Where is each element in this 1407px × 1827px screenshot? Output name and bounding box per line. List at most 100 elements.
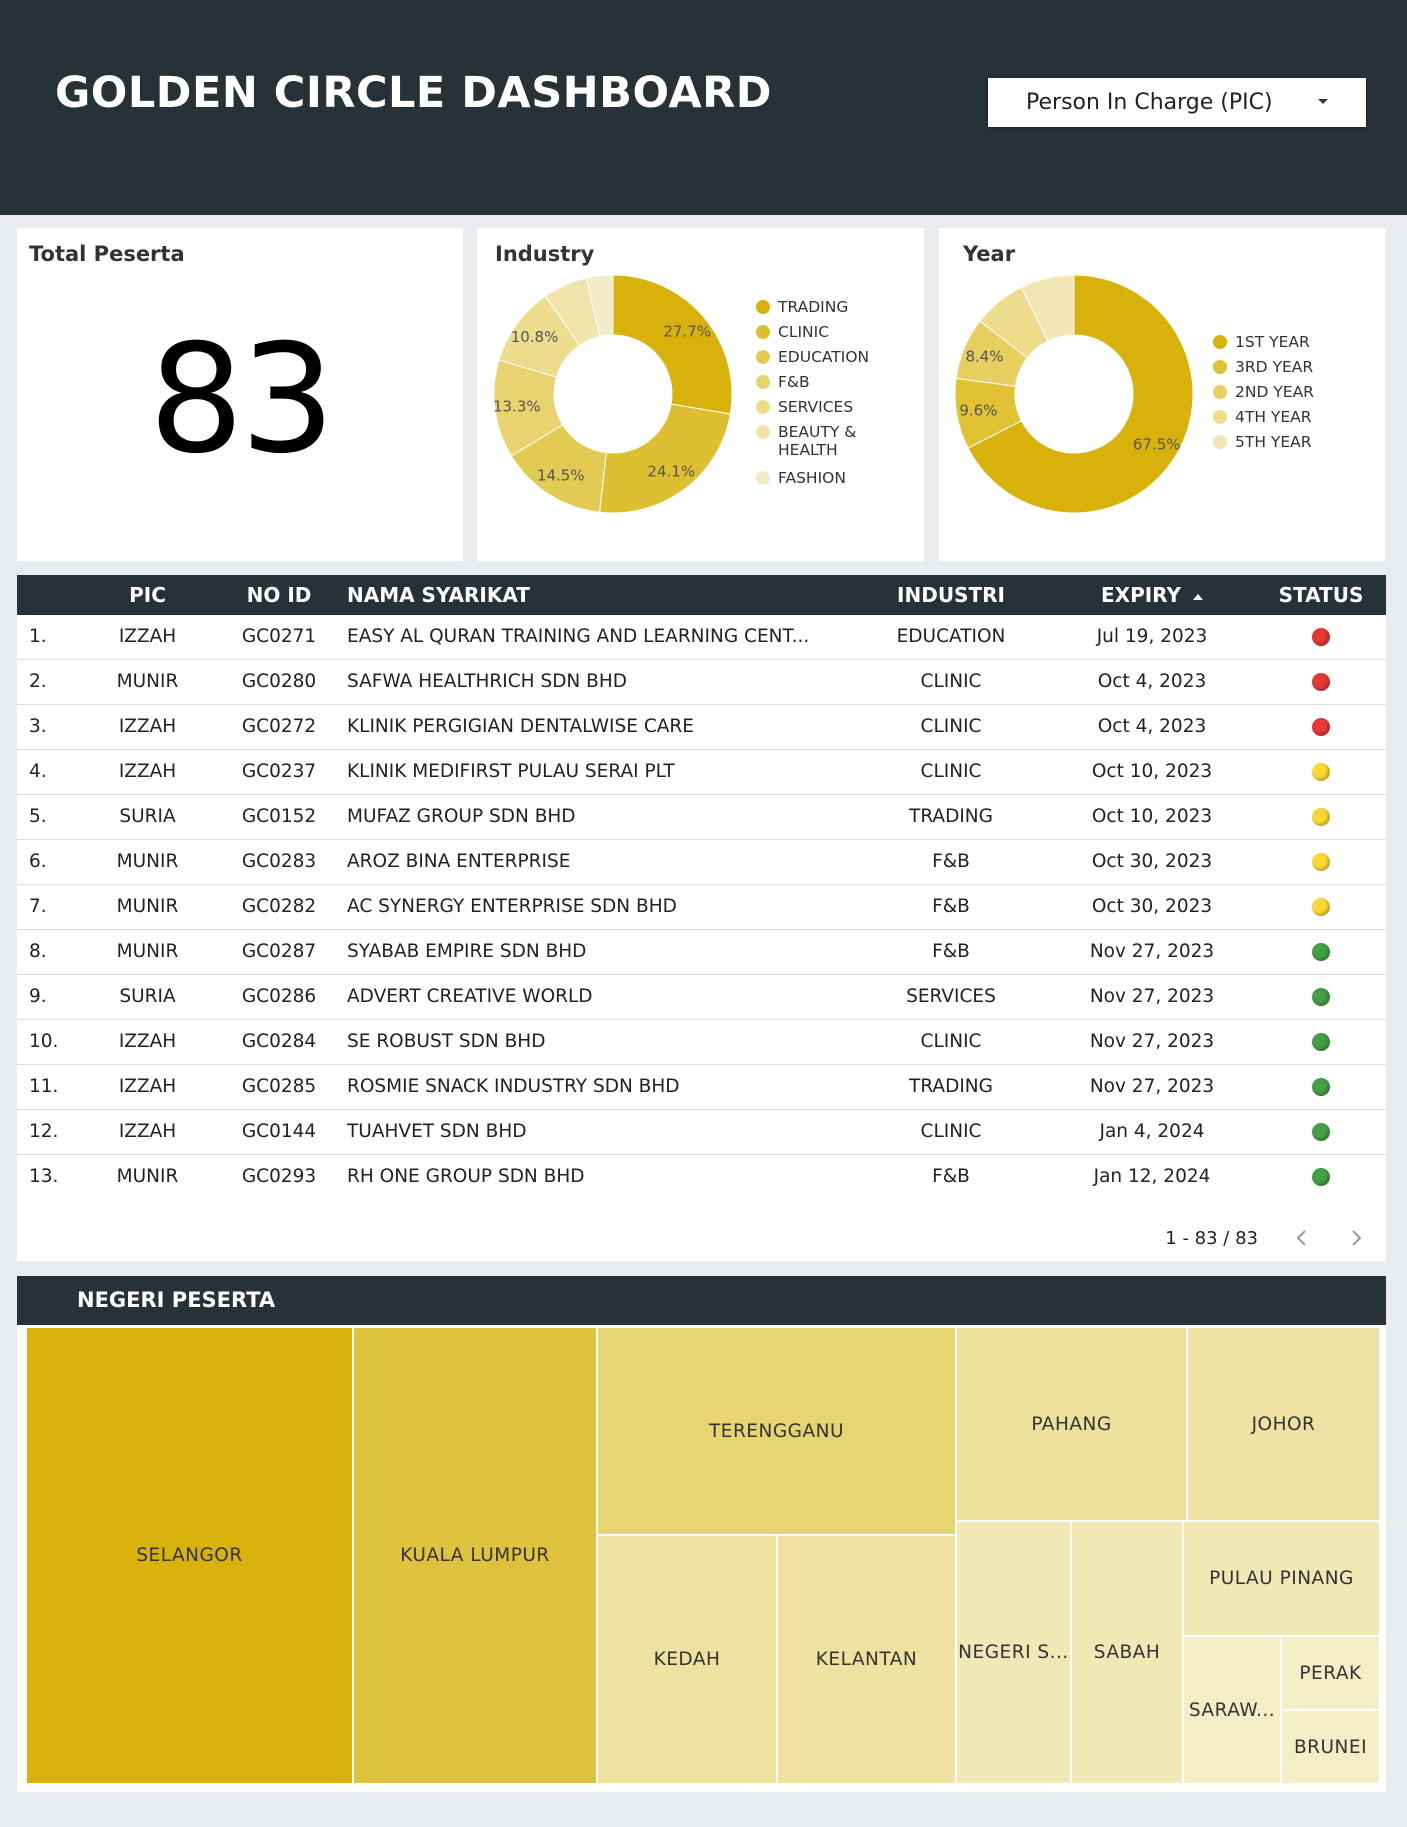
col-header-no-id[interactable]: NO ID [220, 583, 338, 607]
tile-johor[interactable]: JOHOR [1187, 1327, 1380, 1521]
cell-pic: MUNIR [116, 1166, 179, 1187]
tile-selangor[interactable]: SELANGOR [26, 1327, 353, 1784]
status-red-circle-icon [1312, 673, 1330, 691]
table-row[interactable]: 2. MUNIR GC0280 SAFWA HEALTHRICH SDN BHD CLI… [17, 660, 1386, 705]
col-header-industri[interactable]: INDUSTRI [866, 583, 1036, 607]
cell-industri: F&B [932, 851, 970, 872]
dashboard-header: GOLDEN CIRCLE DASHBOARD Person In Charge… [0, 0, 1407, 215]
table-row[interactable]: 7. MUNIR GC0282 AC SYNERGY ENTERPRISE SDN B… [17, 885, 1386, 930]
status-yellow-circle-icon [1312, 898, 1330, 916]
tile-sarawak[interactable]: SARAW... [1183, 1636, 1281, 1784]
legend-item[interactable]: 5TH YEAR [1213, 433, 1314, 458]
legend-item[interactable]: F&B [756, 373, 878, 398]
cell-industri: CLINIC [920, 761, 982, 782]
table-row[interactable]: 6. MUNIR GC0283 AROZ BINA ENTERPRISE F&B Oct … [17, 840, 1386, 885]
legend-label: EDUCATION [778, 348, 870, 366]
status-yellow-circle-icon [1312, 853, 1330, 871]
legend-item[interactable]: 2ND YEAR [1213, 383, 1314, 408]
cell-nama-syarikat: EASY AL QURAN TRAINING AND LEARNING CENT… [347, 626, 810, 647]
row-index: 10. [29, 1031, 59, 1052]
legend-item[interactable]: CLINIC [756, 323, 878, 348]
tile-brunei[interactable]: BRUNEI [1281, 1710, 1380, 1784]
legend-swatch [1213, 385, 1227, 399]
cell-no-id: GC0286 [241, 986, 317, 1007]
tile-kuala-lumpur[interactable]: KUALA LUMPUR [353, 1327, 597, 1784]
table-row[interactable]: 1. IZZAH GC0271 EASY AL QURAN TRAINING AND … [17, 615, 1386, 660]
caret-down-icon [1318, 99, 1328, 104]
row-index: 11. [29, 1076, 59, 1097]
chevron-left-icon [1296, 1230, 1306, 1246]
tile-kedah[interactable]: KEDAH [597, 1535, 777, 1784]
legend-item[interactable]: BEAUTY & HEALTH [756, 423, 878, 469]
table-row[interactable]: 10. IZZAH GC0284 SE ROBUST SDN BHD CLINIC Nov… [17, 1020, 1386, 1065]
legend-item[interactable]: SERVICES [756, 398, 878, 423]
cell-pic: IZZAH [118, 1031, 177, 1052]
donut-slice[interactable] [612, 274, 733, 415]
cell-status [1291, 806, 1351, 831]
tile-sabah[interactable]: SABAH [1071, 1521, 1183, 1784]
next-page-button[interactable] [1344, 1226, 1368, 1250]
cell-status [1291, 1076, 1351, 1101]
legend-label: 3RD YEAR [1235, 358, 1314, 376]
donut-slice[interactable] [599, 403, 731, 514]
tile-pulau-pinang[interactable]: PULAU PINANG [1183, 1521, 1380, 1636]
legend-swatch [756, 350, 770, 364]
cell-expiry: Nov 27, 2023 [1089, 986, 1215, 1007]
table-row[interactable]: 4. IZZAH GC0237 KLINIK MEDIFIRST PULAU SERA… [17, 750, 1386, 795]
cell-no-id: GC0280 [241, 671, 317, 692]
table-row[interactable]: 12. IZZAH GC0144 TUAHVET SDN BHD CLINIC Jan 4… [17, 1110, 1386, 1155]
tile-perak[interactable]: PERAK [1281, 1636, 1380, 1710]
pic-filter-dropdown[interactable]: Person In Charge (PIC) [988, 78, 1366, 127]
legend-label: 5TH YEAR [1235, 433, 1312, 451]
sort-ascending-icon [1192, 593, 1203, 600]
legend-item[interactable]: 1ST YEAR [1213, 333, 1314, 358]
table-row[interactable]: 8. MUNIR GC0287 SYABAB EMPIRE SDN BHD F&B Nov… [17, 930, 1386, 975]
cell-no-id: GC0237 [241, 761, 317, 782]
industry-chart-card: Industry 27.7% 24.1% 14.5% 13.3% 10.8% TRADI… [477, 228, 924, 561]
negeri-treemap: SELANGOR KUALA LUMPUR TERENGGANU PAHANG … [17, 1325, 1386, 1792]
negeri-peserta-title: NEGERI PESERTA [77, 1288, 276, 1312]
tile-pahang[interactable]: PAHANG [956, 1327, 1187, 1521]
year-donut-chart: 67.5% 9.6% 8.4% [954, 274, 1194, 514]
dashboard-title: GOLDEN CIRCLE DASHBOARD [55, 68, 772, 118]
legend-item[interactable]: EDUCATION [756, 348, 878, 373]
table-row[interactable]: 3. IZZAH GC0272 KLINIK PERGIGIAN DENTALWISE… [17, 705, 1386, 750]
col-header-expiry[interactable]: EXPIRY [1047, 583, 1257, 607]
cell-status [1291, 851, 1351, 876]
tile-negeri-sembilan[interactable]: NEGERI S... [956, 1521, 1071, 1784]
row-index: 1. [29, 626, 47, 647]
cell-industri: TRADING [909, 1076, 993, 1097]
legend-item[interactable]: 3RD YEAR [1213, 358, 1314, 383]
legend-item[interactable]: 4TH YEAR [1213, 408, 1314, 433]
cell-expiry: Oct 10, 2023 [1091, 761, 1213, 782]
cell-no-id: GC0284 [241, 1031, 317, 1052]
industry-legend: TRADING CLINIC EDUCATION F&B SERVICES BEAUTY … [756, 298, 878, 494]
col-header-pic[interactable]: PIC [75, 583, 220, 607]
col-header-status[interactable]: STATUS [1262, 583, 1380, 607]
cell-nama-syarikat: ADVERT CREATIVE WORLD [347, 986, 593, 1007]
legend-label: SERVICES [778, 398, 854, 416]
cell-nama-syarikat: KLINIK MEDIFIRST PULAU SERAI PLT [347, 761, 675, 782]
table-row[interactable]: 11. IZZAH GC0285 ROSMIE SNACK INDUSTRY SDN … [17, 1065, 1386, 1110]
table-row[interactable]: 9. SURIA GC0286 ADVERT CREATIVE WORLD SERVIC… [17, 975, 1386, 1020]
table-row[interactable]: 5. SURIA GC0152 MUFAZ GROUP SDN BHD TRADING O… [17, 795, 1386, 840]
row-index: 8. [29, 941, 47, 962]
legend-item[interactable]: FASHION [756, 469, 878, 494]
table-row[interactable]: 13. MUNIR GC0293 RH ONE GROUP SDN BHD F&B Jan… [17, 1155, 1386, 1193]
status-green-circle-icon [1312, 1033, 1330, 1051]
cell-pic: MUNIR [116, 851, 179, 872]
legend-label: 4TH YEAR [1235, 408, 1312, 426]
cell-nama-syarikat: MUFAZ GROUP SDN BHD [347, 806, 576, 827]
cell-nama-syarikat: KLINIK PERGIGIAN DENTALWISE CARE [347, 716, 694, 737]
tile-terengganu[interactable]: TERENGGANU [597, 1327, 956, 1535]
tile-kelantan[interactable]: KELANTAN [777, 1535, 956, 1784]
col-header-nama-syarikat[interactable]: NAMA SYARIKAT [347, 583, 530, 607]
peserta-table: PIC NO ID NAMA SYARIKAT INDUSTRI EXPIRY … [17, 575, 1386, 1261]
slice-data-label: 13.3% [493, 397, 541, 415]
prev-page-button[interactable] [1290, 1226, 1314, 1250]
cell-pic: IZZAH [118, 1121, 177, 1142]
cell-nama-syarikat: RH ONE GROUP SDN BHD [347, 1166, 585, 1187]
legend-item[interactable]: TRADING [756, 298, 878, 323]
status-green-circle-icon [1312, 943, 1330, 961]
cell-industri: CLINIC [920, 671, 982, 692]
